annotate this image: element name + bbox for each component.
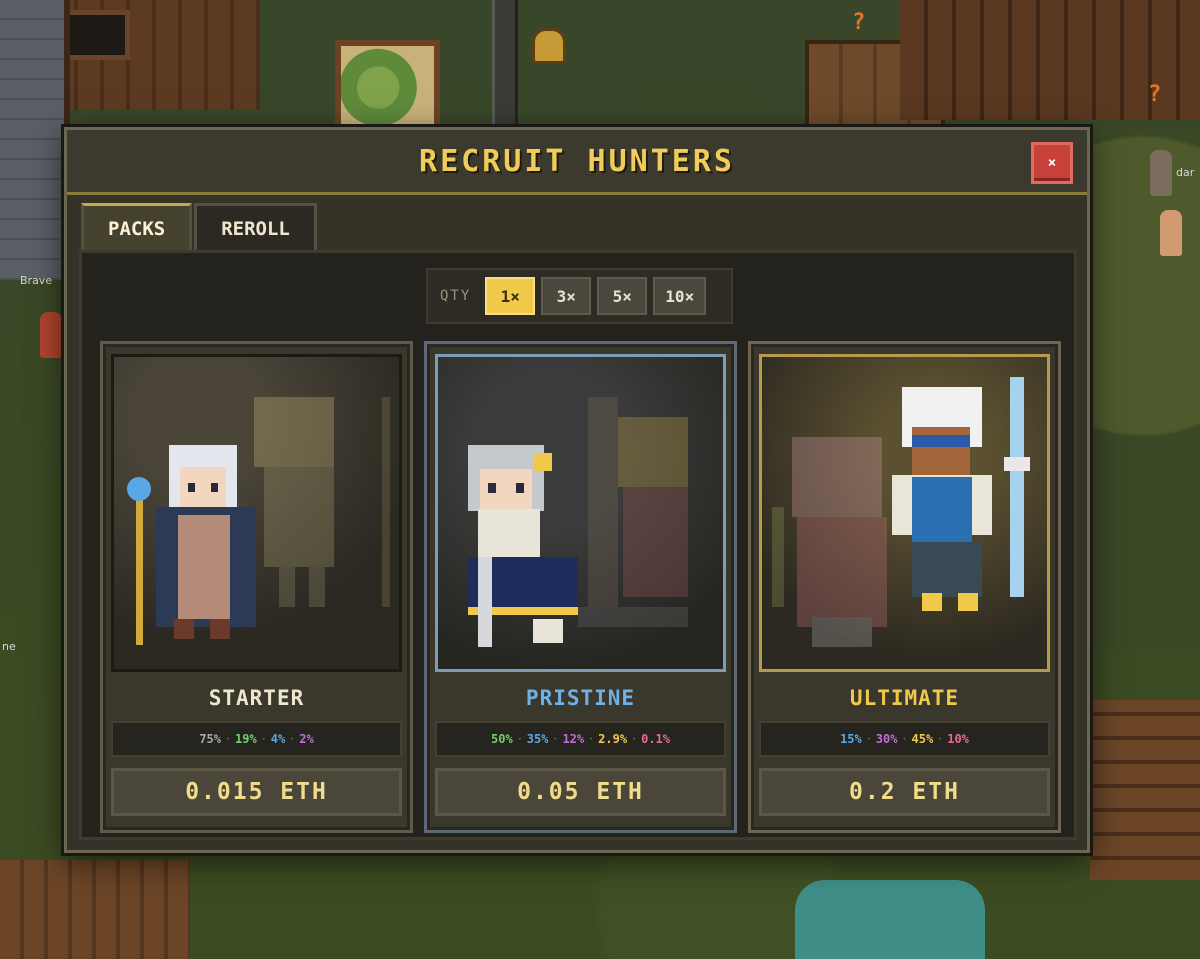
hero-sprite-illustration xyxy=(468,397,688,647)
rate-separator: · xyxy=(289,733,296,745)
rate-separator: · xyxy=(901,733,908,745)
npc-character[interactable] xyxy=(1160,210,1182,256)
qty-1x-button[interactable]: 1× xyxy=(485,277,536,315)
tab-reroll[interactable]: REROLL xyxy=(194,203,317,251)
world-map-board[interactable] xyxy=(335,40,440,135)
pack-card-pristine[interactable]: PRISTINE 50% · 35% · 12% · 2.9% · 0.1% 0… xyxy=(424,341,737,833)
water-pond xyxy=(795,880,985,959)
rate-separator: · xyxy=(516,733,523,745)
hero-sprite-illustration xyxy=(772,377,1030,647)
quantity-label: QTY xyxy=(440,288,472,304)
rate-separator: · xyxy=(260,733,267,745)
starter-pack-art xyxy=(111,354,402,672)
pack-card-starter[interactable]: STARTER 75% · 19% · 4% · 2% 0.015 ETH xyxy=(100,341,413,833)
pack-name: ULTIMATE xyxy=(849,686,960,710)
pack-card-ultimate[interactable]: ULTIMATE 15% · 30% · 45% · 10% 0.2 ETH xyxy=(748,341,1061,833)
rate-legendary: 2.9% xyxy=(598,732,628,746)
ultimate-pack-art xyxy=(759,354,1050,672)
rate-rare: 4% xyxy=(270,732,286,746)
drop-rates: 15% · 30% · 45% · 10% xyxy=(759,721,1050,757)
wooden-bridge xyxy=(1090,700,1200,880)
modal-tabs: PACKS REROLL xyxy=(81,203,317,251)
rate-mythic: 10% xyxy=(947,732,969,746)
bell-icon[interactable] xyxy=(532,28,566,64)
rate-separator: · xyxy=(631,733,638,745)
rate-separator: · xyxy=(865,733,872,745)
rate-common: 75% xyxy=(199,732,221,746)
stone-building xyxy=(0,0,70,280)
chat-panel-text: ne xyxy=(2,640,16,653)
rate-epic: 30% xyxy=(875,732,898,746)
packs-panel: QTY 1× 3× 5× 10× STARTER 75% · 19% · 4% … xyxy=(79,250,1077,840)
rate-separator: · xyxy=(937,733,944,745)
pack-name: STARTER xyxy=(208,686,305,710)
drop-rates: 75% · 19% · 4% · 2% xyxy=(111,721,402,757)
wooden-hut xyxy=(0,860,190,959)
hero-sprite-illustration xyxy=(127,397,390,645)
quantity-selector: QTY 1× 3× 5× 10× xyxy=(426,268,733,324)
quest-marker-icon[interactable]: ? xyxy=(852,10,865,35)
modal-title: RECRUIT HUNTERS xyxy=(419,143,735,179)
rate-epic: 12% xyxy=(562,732,585,746)
rate-rare: 35% xyxy=(526,732,549,746)
close-icon: × xyxy=(1047,155,1057,171)
player-name-label: Brave xyxy=(20,274,53,287)
bushes xyxy=(1085,130,1200,650)
recruit-hunters-modal: RECRUIT HUNTERS × PACKS REROLL QTY 1× 3×… xyxy=(64,127,1090,853)
qty-3x-button[interactable]: 3× xyxy=(541,277,592,315)
tab-packs[interactable]: PACKS xyxy=(81,203,193,251)
rate-separator: · xyxy=(588,733,595,745)
npc-character[interactable] xyxy=(40,312,62,358)
rate-uncommon: 50% xyxy=(491,732,513,746)
qty-10x-button[interactable]: 10× xyxy=(653,277,707,315)
rate-uncommon: 19% xyxy=(235,732,257,746)
buy-pristine-button[interactable]: 0.05 ETH xyxy=(435,768,726,816)
modal-header: RECRUIT HUNTERS × xyxy=(67,130,1087,195)
quest-marker-icon[interactable]: ? xyxy=(1148,82,1161,107)
drop-rates: 50% · 35% · 12% · 2.9% · 0.1% xyxy=(435,721,726,757)
buy-ultimate-button[interactable]: 0.2 ETH xyxy=(759,768,1050,816)
rate-rare: 15% xyxy=(840,732,862,746)
rate-legendary: 45% xyxy=(911,732,934,746)
pack-name: PRISTINE xyxy=(525,686,636,710)
qty-5x-button[interactable]: 5× xyxy=(597,277,648,315)
rate-epic: 2% xyxy=(299,732,314,746)
building-window xyxy=(60,10,130,60)
rate-separator: · xyxy=(225,733,232,745)
rate-separator: · xyxy=(552,733,559,745)
buy-starter-button[interactable]: 0.015 ETH xyxy=(111,768,402,816)
close-button[interactable]: × xyxy=(1031,142,1073,184)
rate-mythic: 0.1% xyxy=(641,732,670,746)
npc-character[interactable] xyxy=(1150,150,1172,196)
pristine-pack-art xyxy=(435,354,726,672)
player-name-label: dar xyxy=(1176,166,1195,179)
bell-post xyxy=(492,0,518,130)
